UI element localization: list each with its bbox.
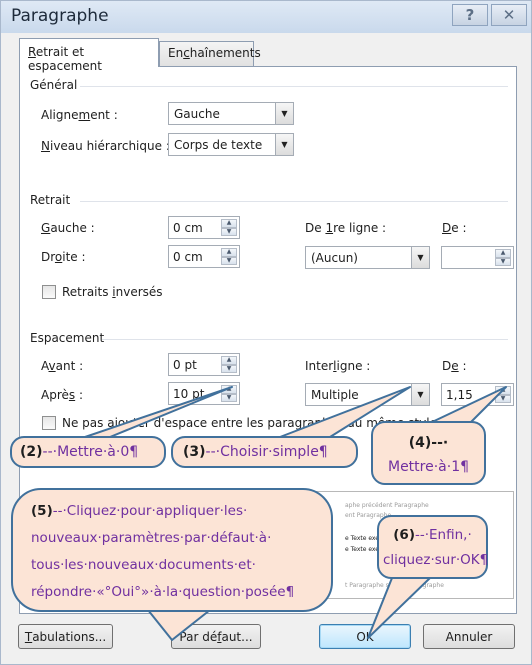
spin-up-icon[interactable]: ▲ [221, 248, 237, 257]
first-line-label: De 1re ligne : [305, 221, 387, 235]
ok-button[interactable]: OK [319, 624, 411, 649]
line-spacing-select[interactable]: Multiple ▼ [305, 383, 430, 406]
callout-number: (2) [20, 444, 43, 460]
title-bar: Paragraphe ? ✕ [1, 1, 531, 33]
set-default-button[interactable]: Par dé f aut... [171, 624, 261, 649]
right-indent-label: Droite : [41, 250, 86, 264]
left-indent-input[interactable]: 0 cm ▲ ▼ [168, 216, 240, 239]
spin-down-icon[interactable]: ▼ [221, 393, 237, 402]
espacement-heading: Espacement [30, 331, 105, 345]
close-button[interactable]: ✕ [491, 4, 527, 26]
callout-step-3: (3)--·Choisir·simple¶ [171, 436, 358, 468]
callout-text: --·Mettre·à·0¶ [42, 444, 139, 460]
tabs-button[interactable]: Tabulations... [18, 624, 113, 649]
general-heading: Général [30, 78, 78, 92]
at-label: De : [442, 359, 467, 373]
right-indent-input[interactable]: 0 cm ▲ ▼ [168, 245, 240, 268]
divider [80, 86, 508, 87]
by-input[interactable]: ▲ ▼ [441, 246, 514, 269]
space-after-input[interactable]: 10 pt ▲ ▼ [168, 382, 240, 405]
help-button[interactable]: ? [452, 4, 488, 26]
spin-down-icon[interactable]: ▼ [221, 227, 237, 236]
divider [80, 201, 508, 202]
at-input[interactable]: 1,15 ▲ ▼ [441, 383, 514, 406]
outline-level-select[interactable]: Corps de texte ▼ [168, 133, 294, 156]
tab-retrait-espacement[interactable]: Retrait et espacement [19, 38, 159, 73]
chevron-down-icon[interactable]: ▼ [275, 134, 293, 155]
close-icon: ✕ [502, 6, 516, 24]
callout-step-2: (2)--·Mettre·à·0¶ [10, 436, 166, 468]
callout-number: (5) [31, 503, 53, 519]
retrait-heading: Retrait [30, 193, 71, 207]
spin-down-icon[interactable]: ▼ [221, 364, 237, 373]
callout-text: --·Cliquez·pour·appliquer·les· [52, 503, 248, 519]
alignment-select[interactable]: Gauche ▼ [168, 102, 294, 125]
space-after-label: Après : [41, 388, 84, 402]
at-value: 1,15 [446, 388, 473, 402]
callout-text: cliquez·sur·OK¶ [383, 552, 489, 568]
left-indent-label: Gauche : [41, 221, 95, 235]
space-before-input[interactable]: 0 pt ▲ ▼ [168, 353, 240, 376]
level-label: Niveau hiérarchique : [41, 139, 170, 153]
callout-text: tous·les·nouveaux·documents·et· [31, 557, 256, 573]
spin-up-icon[interactable]: ▲ [495, 249, 511, 258]
callout-step-5: (5)--·Cliquez·pour·appliquer·les· nouvea… [11, 488, 333, 612]
space-before-value: 0 pt [173, 358, 197, 372]
chevron-down-icon[interactable]: ▼ [275, 103, 293, 124]
divider [102, 339, 508, 340]
no-space-same-style-checkbox[interactable] [42, 416, 56, 430]
space-after-value: 10 pt [173, 387, 205, 401]
callout-text: Mettre·à·1¶ [387, 459, 470, 475]
left-indent-value: 0 cm [173, 221, 203, 235]
spin-up-icon[interactable]: ▲ [495, 386, 511, 395]
mirror-indents-label: Retraits inversés [62, 285, 163, 299]
right-indent-value: 0 cm [173, 250, 203, 264]
spin-up-icon[interactable]: ▲ [221, 219, 237, 228]
chevron-down-icon[interactable]: ▼ [411, 384, 429, 405]
callout-text: nouveaux·paramètres·par·défaut·à· [31, 530, 272, 546]
spin-down-icon[interactable]: ▼ [495, 257, 511, 266]
callout-text: répondre·«°Oui°»·à·la·question·posée¶ [31, 584, 295, 600]
line-spacing-label: Interligne : [305, 359, 371, 373]
preview-text-line: t Paragraphe suivant Paragraphe [345, 582, 444, 589]
tab-enchainements[interactable]: Enchaînements [159, 41, 261, 66]
help-icon: ? [465, 6, 475, 24]
first-line-select[interactable]: (Aucun) ▼ [305, 246, 430, 269]
line-spacing-value: Multiple [311, 388, 359, 402]
dialog-title: Paragraphe [11, 6, 109, 26]
spin-down-icon[interactable]: ▼ [495, 394, 511, 403]
callout-number: (6) [393, 527, 415, 543]
preview-text-line: aphe précédent Paragraphe [345, 502, 429, 509]
callout-text: --·Choisir·simple¶ [205, 444, 328, 460]
first-line-value: (Aucun) [311, 251, 358, 265]
callout-step-6: (6)--·Enfin,· cliquez·sur·OK¶ [377, 515, 488, 579]
alignment-value: Gauche [174, 107, 220, 121]
by-label: De : [442, 221, 467, 235]
cancel-button[interactable]: Annuler [423, 624, 515, 649]
spin-up-icon[interactable]: ▲ [221, 356, 237, 365]
chevron-down-icon[interactable]: ▼ [411, 247, 429, 268]
space-before-label: Avant : [41, 359, 84, 373]
alignment-label: Alignement : [41, 108, 118, 122]
outline-level-value: Corps de texte [174, 138, 263, 152]
spin-up-icon[interactable]: ▲ [221, 385, 237, 394]
callout-number: (3) [183, 444, 206, 460]
spin-down-icon[interactable]: ▼ [221, 256, 237, 265]
callout-step-4: (4)--· Mettre·à·1¶ [371, 421, 486, 485]
mirror-indents-checkbox[interactable] [42, 285, 56, 299]
callout-number: (4)--· [408, 435, 449, 451]
callout-text: --·Enfin,· [414, 527, 472, 543]
